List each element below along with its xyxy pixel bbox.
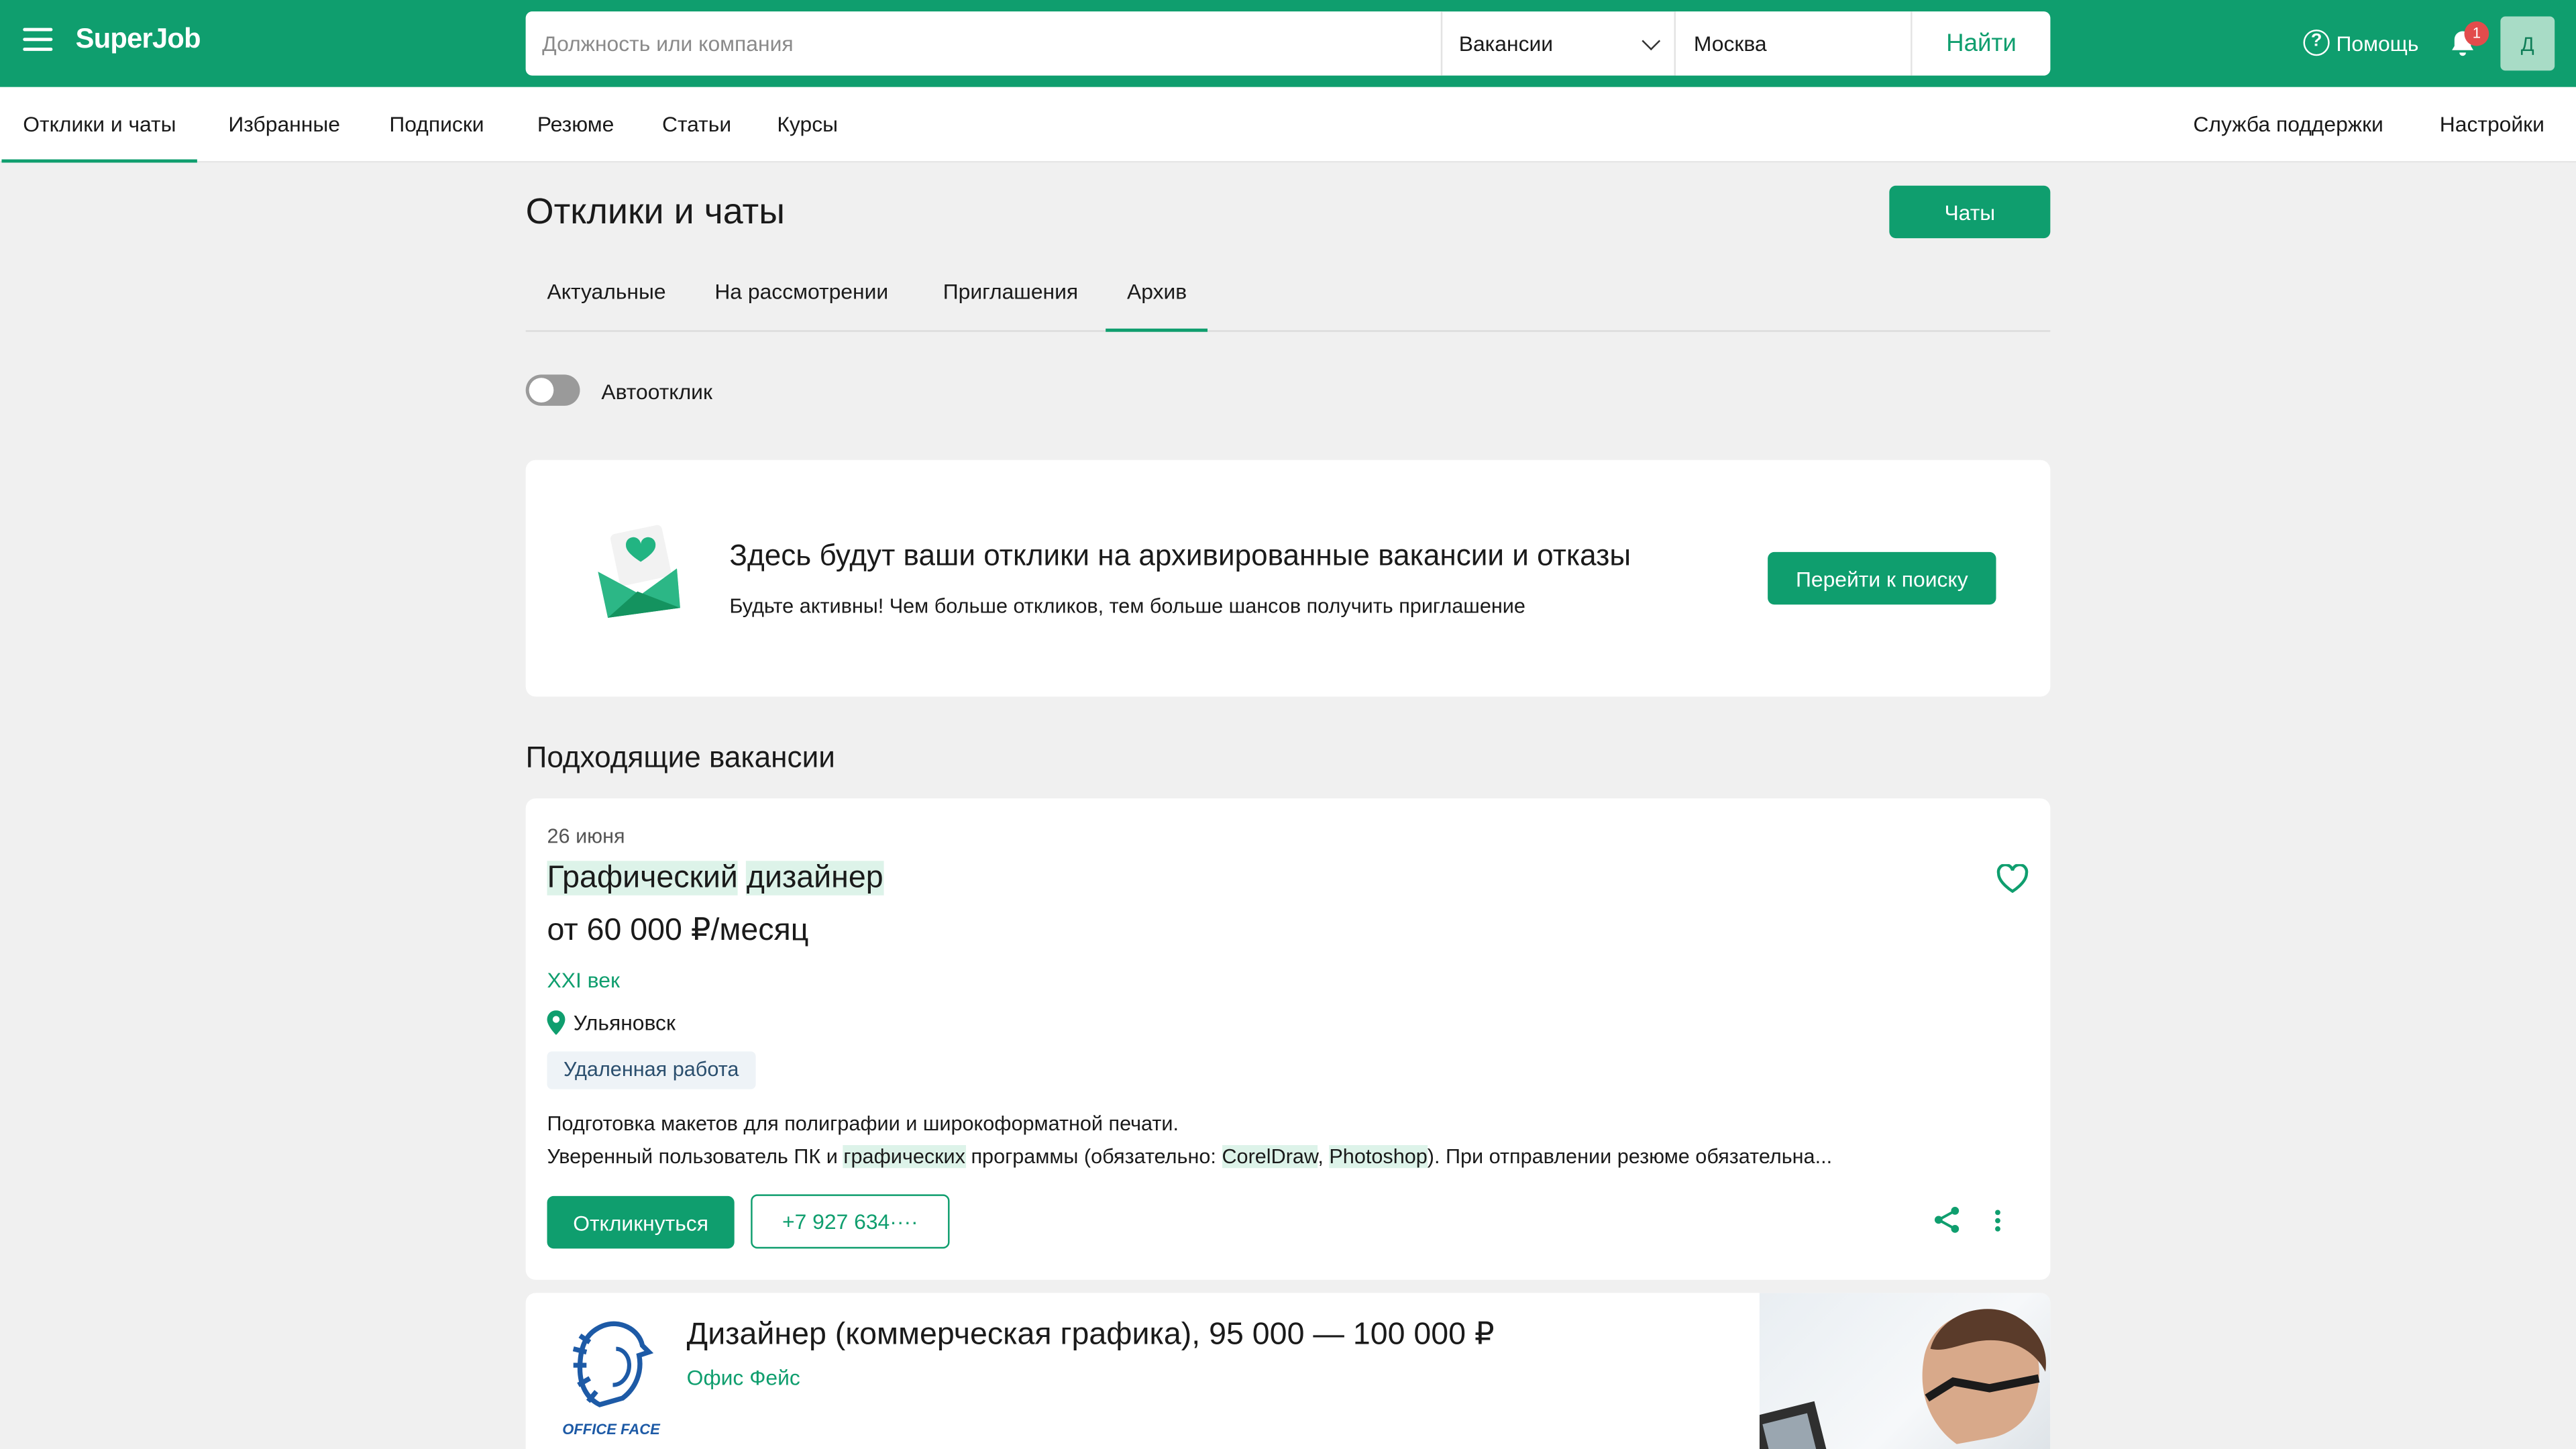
vacancy-photo [1759,1293,2051,1449]
notification-badge: 1 [2464,21,2489,46]
top-bar: SuperJob Вакансии Найти ? Помощь 1 Д [0,0,2576,87]
remote-work-tag: Удаленная работа [547,1051,755,1089]
subnav-item-courses[interactable]: Курсы [777,87,838,163]
job-title-link[interactable]: Дизайнер (коммерческая графика), 95 000 … [687,1316,1495,1354]
job-company-link[interactable]: XXI век [547,967,620,992]
avatar[interactable]: Д [2500,16,2555,71]
job-company-link[interactable]: Офис Фейс [687,1365,800,1390]
show-phone-button[interactable]: +7 927 634···· [751,1194,950,1249]
empty-state-card: Здесь будут ваши отклики на архивированн… [525,460,2051,697]
company-logo-text: OFFICE FACE [562,1421,661,1438]
job-description-line: Подготовка макетов для полиграфии и широ… [547,1112,1179,1136]
find-button[interactable]: Найти [1912,11,2051,76]
toggle-knob [529,378,554,403]
go-to-search-button[interactable]: Перейти к поиску [1768,551,1996,605]
job-title-part: дизайнер [746,861,883,896]
more-options-icon[interactable] [1994,1209,2001,1232]
chats-button[interactable]: Чаты [1889,185,2051,239]
job-description-line: Уверенный пользователь ПК и графических … [547,1140,1833,1173]
superjob-logo[interactable]: SuperJob [76,23,201,56]
man-with-tablet-image [1759,1309,2046,1449]
company-logo: OFFICE FACE [553,1316,668,1441]
empty-state-subtitle: Будьте активны! Чем больше откликов, тем… [729,594,1525,618]
chevron-down-icon [1642,31,1661,50]
job-location: Ульяновск [547,1010,676,1035]
job-title-link[interactable]: Графический дизайнер [547,861,883,897]
search-type-value: Вакансии [1458,31,1554,56]
office-face-logo-image: OFFICE FACE [562,1321,661,1438]
autorespond-toggle[interactable] [525,374,580,406]
desc-text: Уверенный пользователь ПК и [547,1144,844,1169]
suggested-section-title: Подходящие вакансии [525,741,835,774]
subnav-item-subscriptions[interactable]: Подписки [389,87,484,163]
subnav-item-favorites[interactable]: Избранные [228,87,340,163]
job-city: Ульяновск [573,1010,676,1035]
menu-icon[interactable] [23,28,53,51]
desc-text: ). При отправлении резюме обязательна... [1427,1144,1833,1169]
tab-current[interactable]: Актуальные [526,256,688,332]
subnav-item-resume[interactable]: Резюме [537,87,614,163]
job-card: OFFICE FACE Дизайнер (коммерческая графи… [525,1293,2051,1449]
desc-highlight: графических [843,1144,965,1169]
desc-highlight: Photoshop [1329,1144,1428,1169]
job-date: 26 июня [547,824,625,848]
autorespond-label: Автоотклик [601,379,712,405]
help-link[interactable]: ? Помощь [2303,30,2418,56]
tab-archive[interactable]: Архив [1106,256,1209,332]
job-title-part: Графический [547,861,738,896]
share-icon[interactable] [1933,1206,1960,1234]
search-bar: Вакансии Найти [525,11,2051,76]
page-title: Отклики и чаты [525,191,785,232]
desc-text: , [1318,1144,1330,1169]
search-input[interactable] [525,11,1443,76]
tab-invitations[interactable]: Приглашения [922,256,1099,332]
city-input[interactable] [1675,11,1913,76]
sub-navigation: Отклики и чаты Избранные Подписки Резюме… [0,87,2576,163]
respond-button[interactable]: Откликнуться [547,1195,735,1249]
search-type-select[interactable]: Вакансии [1442,11,1676,76]
job-description: Подготовка макетов для полиграфии и широ… [547,1108,1833,1173]
job-salary: от 60 000 ₽/месяц [547,913,809,949]
settings-link[interactable]: Настройки [2440,87,2544,163]
tab-under-review[interactable]: На рассмотрении [693,256,910,332]
heart-icon[interactable] [1996,864,2029,894]
response-tabs: Актуальные На рассмотрении Приглашения А… [525,256,2051,332]
envelope-heart-icon [598,525,680,618]
subnav-item-responses[interactable]: Отклики и чаты [1,87,198,163]
desc-highlight: CorelDraw [1222,1144,1318,1169]
location-pin-icon [547,1010,566,1035]
support-link[interactable]: Служба поддержки [2193,87,2383,163]
help-label: Помощь [2336,30,2419,56]
desc-text: программы (обязательно: [965,1144,1222,1169]
job-card: 26 июня Графический дизайнер от 60 000 ₽… [525,798,2051,1280]
question-icon: ? [2303,30,2330,56]
empty-state-title: Здесь будут ваши отклики на архивированн… [729,539,1631,572]
subnav-item-articles[interactable]: Статьи [662,87,731,163]
